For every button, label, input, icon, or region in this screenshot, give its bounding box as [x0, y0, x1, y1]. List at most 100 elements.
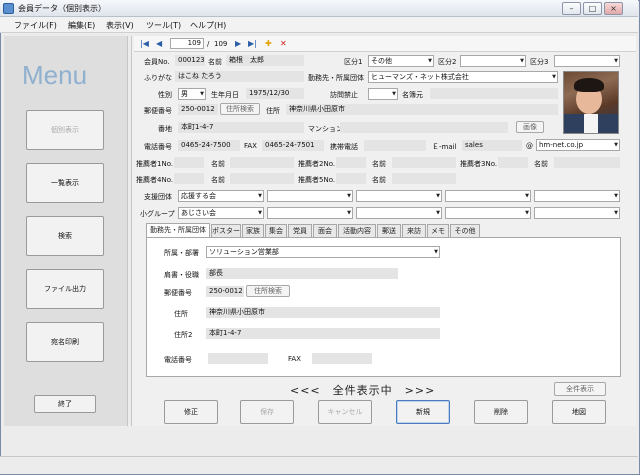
minimize-button[interactable]: –: [562, 2, 581, 15]
delete-record-icon[interactable]: ✕: [280, 39, 287, 48]
edit-button[interactable]: 修正: [164, 400, 218, 424]
tab-interview[interactable]: 面会: [313, 224, 337, 237]
last-record-icon[interactable]: ▶|: [248, 39, 257, 48]
tab-activity[interactable]: 活動内容: [338, 224, 376, 237]
fax-field[interactable]: 0465-24-7501: [262, 140, 324, 151]
recommender3-name-field[interactable]: [554, 157, 620, 168]
tab-organization[interactable]: 勤務先・所属団体: [146, 223, 210, 238]
member-no-field[interactable]: 000123: [175, 55, 205, 66]
dept-select[interactable]: ソリューション営業部 ▼: [206, 246, 440, 258]
sidebar-file-output-button[interactable]: ファイル出力: [26, 269, 104, 309]
recommender3-no-field[interactable]: [498, 157, 528, 168]
recommender2-name-field[interactable]: [392, 157, 456, 168]
address-search-button[interactable]: 住所検索: [220, 103, 260, 115]
sidebar-search-button[interactable]: 検索: [26, 216, 104, 256]
banchi-field[interactable]: 本町1-4-7: [178, 122, 304, 133]
tab-memo[interactable]: メモ: [427, 224, 449, 237]
chevron-down-icon: ▼: [436, 193, 440, 199]
window-title: 会員データ（個別表示）: [18, 4, 106, 13]
email-user-field[interactable]: sales: [462, 140, 522, 151]
tel-field[interactable]: 0465-24-7500: [178, 140, 240, 151]
image-button[interactable]: 画像: [516, 121, 544, 133]
tel-label: 電話番号: [144, 143, 172, 151]
add-record-icon[interactable]: ✚: [265, 39, 272, 48]
tab-visit[interactable]: 来訪: [402, 224, 426, 237]
exit-button[interactable]: 終了: [34, 395, 96, 413]
sidebar-address-print-button[interactable]: 宛名印刷: [26, 322, 104, 362]
job-title-field[interactable]: 部長: [206, 268, 398, 279]
chevron-down-icon: ▼: [525, 193, 529, 199]
kubun3-select[interactable]: ▼: [554, 55, 620, 67]
tab-poster[interactable]: ポスター: [211, 224, 241, 237]
mansion-field[interactable]: [340, 122, 508, 133]
tab-meeting[interactable]: 集会: [265, 224, 287, 237]
recommender5-no-field[interactable]: [336, 173, 366, 184]
member-photo: [563, 71, 619, 134]
kubun1-select[interactable]: その他 ▼: [368, 55, 434, 67]
maximize-button[interactable]: □: [583, 2, 602, 15]
recommender1-label: 推薦者1No.: [136, 160, 174, 168]
work-address-field[interactable]: 神奈川県小田原市: [206, 307, 440, 318]
new-button[interactable]: 新規: [396, 400, 450, 424]
close-button[interactable]: ×: [604, 2, 623, 15]
first-record-icon[interactable]: |◀: [140, 39, 149, 48]
email-label: Ｅ-mail: [432, 143, 457, 151]
small-group-select-3[interactable]: ▼: [356, 207, 442, 219]
delete-button[interactable]: 削除: [474, 400, 528, 424]
tab-family[interactable]: 家族: [242, 224, 264, 237]
recommender4-no-field[interactable]: [174, 173, 204, 184]
dept-label: 所属・部署: [164, 249, 199, 257]
show-all-button[interactable]: 全件表示: [554, 382, 606, 396]
visit-ban-select[interactable]: ▼: [368, 88, 398, 100]
tab-party-member[interactable]: 党員: [288, 224, 312, 237]
address-field[interactable]: 神奈川県小田原市: [286, 104, 558, 115]
small-group-select-4[interactable]: ▼: [445, 207, 531, 219]
recommender4-name-field[interactable]: [230, 173, 294, 184]
menu-file[interactable]: ファイル(F): [14, 20, 57, 31]
menu-help[interactable]: ヘルプ(H): [190, 20, 226, 31]
support-group-select-5[interactable]: ▼: [534, 190, 620, 202]
recommender1-name-field[interactable]: [230, 157, 294, 168]
sidebar-list-view-button[interactable]: 一覧表示: [26, 163, 104, 203]
work-fax-field[interactable]: [312, 353, 372, 364]
support-group-select-4[interactable]: ▼: [445, 190, 531, 202]
zip-field[interactable]: 250-0012: [178, 104, 218, 115]
sex-select[interactable]: 男 ▼: [178, 88, 206, 100]
menu-edit[interactable]: 編集(E): [68, 20, 95, 31]
tab-mailing[interactable]: 郵送: [377, 224, 401, 237]
small-group-select-2[interactable]: ▼: [267, 207, 353, 219]
recommender5-name-field[interactable]: [392, 173, 456, 184]
work-address2-field[interactable]: 本町1-4-7: [206, 328, 440, 339]
name-field[interactable]: 箱根 太郎: [226, 55, 304, 66]
email-domain-select[interactable]: hm-net.co.jp ▼: [536, 139, 620, 151]
chevron-down-icon: ▼: [392, 91, 396, 97]
small-group-select-5[interactable]: ▼: [534, 207, 620, 219]
recommender2-no-field[interactable]: [336, 157, 366, 168]
work-address-search-button[interactable]: 住所検索: [246, 285, 290, 297]
birth-field[interactable]: 1975/12/30: [246, 88, 304, 99]
menu-tools[interactable]: ツール(T): [146, 20, 181, 31]
support-group-select-3[interactable]: ▼: [356, 190, 442, 202]
save-button[interactable]: 保存: [240, 400, 294, 424]
tab-other[interactable]: その他: [450, 224, 480, 237]
mobile-field[interactable]: [364, 140, 426, 151]
menu-view[interactable]: 表示(V): [106, 20, 134, 31]
support-group-select-1[interactable]: 応援する会 ▼: [178, 190, 264, 202]
work-tel-field[interactable]: [208, 353, 268, 364]
meibo-field[interactable]: [430, 88, 558, 99]
small-group-select-1[interactable]: あじさい会 ▼: [178, 207, 264, 219]
support-group-select-2[interactable]: ▼: [267, 190, 353, 202]
recommender1-no-field[interactable]: [174, 157, 204, 168]
sidebar-individual-view-button[interactable]: 個別表示: [26, 110, 104, 150]
cancel-button[interactable]: キャンセル: [318, 400, 372, 424]
work-zip-field[interactable]: 250-0012: [206, 286, 244, 297]
work-zip-label: 郵便番号: [164, 289, 192, 297]
kana-field[interactable]: はこね たろう: [175, 71, 304, 82]
next-record-icon[interactable]: ▶: [235, 39, 241, 48]
previous-record-icon[interactable]: ◀: [156, 39, 162, 48]
kubun2-select[interactable]: ▼: [460, 55, 526, 67]
record-number-input[interactable]: 109: [170, 38, 204, 49]
chevron-down-icon: ▼: [520, 58, 524, 64]
map-button[interactable]: 地図: [552, 400, 606, 424]
org-select[interactable]: ヒューマンズ・ネット株式会社 ▼: [368, 71, 558, 83]
